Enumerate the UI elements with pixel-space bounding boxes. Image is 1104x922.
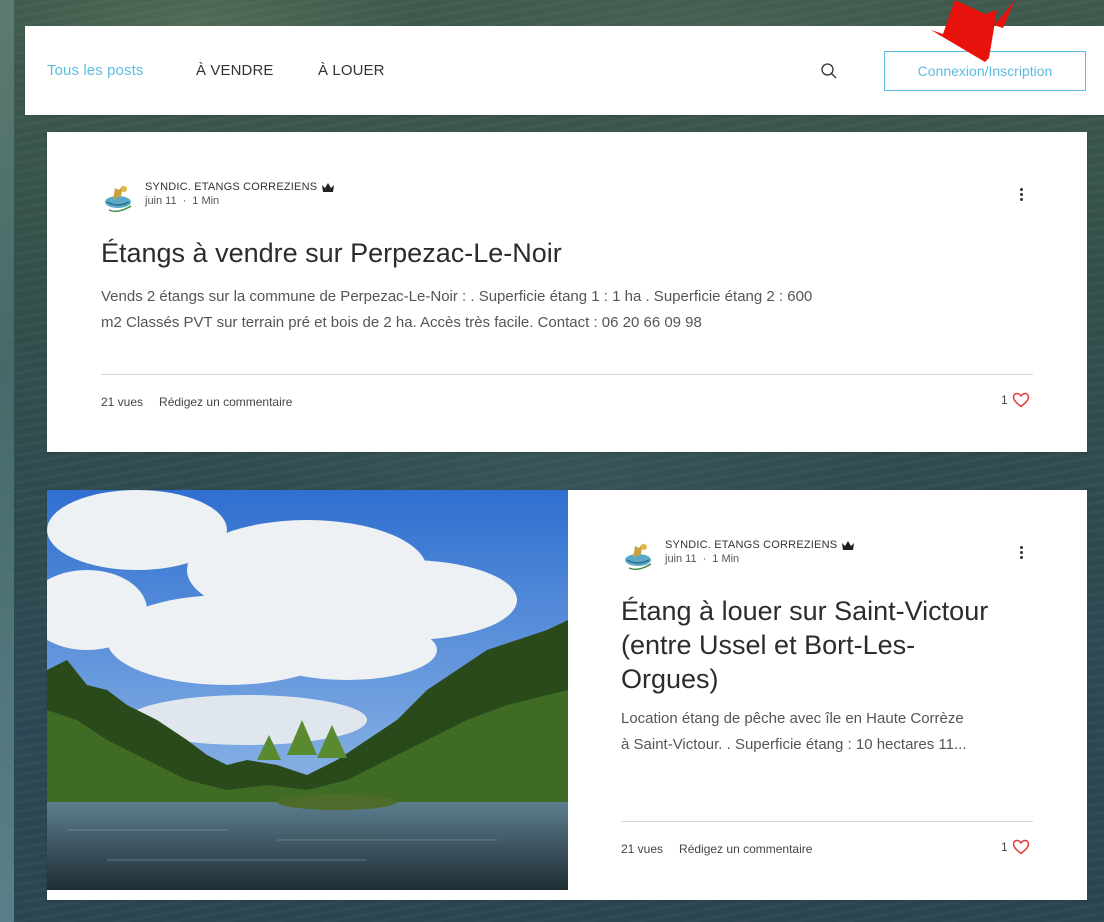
- avatar: [625, 543, 652, 571]
- author-name[interactable]: SYNDIC. ETANGS CORREZIENS: [665, 538, 837, 552]
- like-count: 1: [1001, 840, 1008, 854]
- view-count: 21 vues: [621, 842, 664, 856]
- post-author: SYNDIC. ETANGS CORREZIENS juin 11 · 1 Min: [101, 180, 335, 214]
- divider: [101, 374, 1033, 375]
- heart-icon: [1012, 839, 1029, 855]
- crown-icon: [842, 540, 855, 550]
- post-title[interactable]: Étang à louer sur Saint-Victour (entre U…: [621, 594, 1061, 696]
- read-time: 1 Min: [712, 553, 740, 565]
- post-card[interactable]: SYNDIC. ETANGS CORREZIENS juin 11 · 1 Min …: [47, 490, 1087, 900]
- title-line: Étang à louer sur Saint-Victour: [621, 596, 989, 626]
- heart-icon: [1012, 392, 1029, 408]
- write-comment-link[interactable]: Rédigez un commentaire: [679, 842, 812, 856]
- write-comment-link[interactable]: Rédigez un commentaire: [159, 395, 292, 409]
- excerpt-line: m2 Classés PVT sur terrain pré et bois d…: [101, 314, 702, 331]
- post-author: SYNDIC. ETANGS CORREZIENS juin 11 · 1 Min: [621, 538, 855, 572]
- more-options-icon[interactable]: [1011, 186, 1031, 206]
- more-options-icon[interactable]: [1011, 544, 1031, 564]
- nav-tab-for-sale[interactable]: À VENDRE: [196, 62, 274, 79]
- post-cover-image[interactable]: [47, 490, 568, 890]
- background-strip: [0, 0, 14, 922]
- like-button[interactable]: 1: [1001, 839, 1030, 855]
- nav-tab-all-posts[interactable]: Tous les posts: [47, 62, 143, 79]
- post-date: juin 11: [145, 195, 177, 207]
- post-stats: 21 vues Rédigez un commentaire: [621, 842, 812, 856]
- excerpt-line: à Saint-Victour. . Superficie étang : 10…: [621, 736, 967, 753]
- post-stats: 21 vues Rédigez un commentaire: [101, 395, 292, 409]
- excerpt-line: Vends 2 étangs sur la commune de Perpeza…: [101, 288, 813, 305]
- excerpt-line: Location étang de pêche avec île en Haut…: [621, 710, 964, 727]
- avatar: [105, 185, 132, 213]
- nav-tab-for-rent[interactable]: À LOUER: [318, 62, 385, 79]
- red-arrow-annotation: [931, 0, 1015, 62]
- divider: [621, 821, 1033, 822]
- post-excerpt: Location étang de pêche avec île en Haut…: [621, 706, 1051, 758]
- post-date: juin 11: [665, 553, 697, 565]
- title-line: (entre Ussel et Bort-Les-: [621, 630, 916, 660]
- like-button[interactable]: 1: [1001, 392, 1030, 408]
- post-meta: juin 11 · 1 Min: [145, 195, 220, 207]
- crown-icon: [322, 182, 335, 192]
- post-card[interactable]: SYNDIC. ETANGS CORREZIENS juin 11 · 1 Min …: [47, 132, 1087, 452]
- post-title[interactable]: Étangs à vendre sur Perpezac-Le-Noir: [101, 236, 562, 270]
- search-icon[interactable]: [819, 61, 839, 81]
- post-excerpt: Vends 2 étangs sur la commune de Perpeza…: [101, 284, 1001, 336]
- view-count: 21 vues: [101, 395, 144, 409]
- post-meta: juin 11 · 1 Min: [665, 553, 740, 565]
- read-time: 1 Min: [192, 195, 220, 207]
- like-count: 1: [1001, 393, 1008, 407]
- author-name[interactable]: SYNDIC. ETANGS CORREZIENS: [145, 180, 317, 194]
- title-line: Orgues): [621, 664, 719, 694]
